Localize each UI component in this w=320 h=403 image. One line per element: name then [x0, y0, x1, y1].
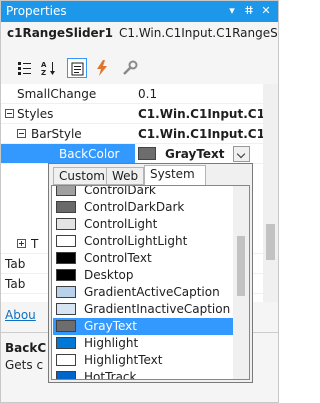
system-color-list[interactable]: HotTrack HighlightText Highlight GrayText Gr… [51, 185, 250, 380]
color-swatch [138, 147, 156, 160]
color-swatch [56, 235, 76, 247]
color-name: HotTrack [84, 370, 137, 380]
svg-text:A: A [41, 61, 47, 69]
color-list-scrollbar[interactable] [233, 186, 249, 379]
color-list-item[interactable]: HotTrack [53, 369, 233, 380]
property-row-barstyle[interactable]: BarStyle C1.Win.C1Input.C1Ra [1, 124, 263, 144]
color-swatch [56, 269, 76, 281]
object-type: C1.Win.C1Input.C1RangeSli [119, 26, 278, 40]
object-selector[interactable]: c1RangeSlider1 C1.Win.C1Input.C1RangeSli [1, 23, 278, 43]
events-icon[interactable] [92, 58, 112, 78]
color-swatch [56, 286, 76, 298]
property-row-smallchange[interactable]: SmallChange 0.1 [1, 84, 263, 104]
property-name: BackColor [59, 147, 120, 161]
tab-system[interactable]: System [144, 165, 206, 186]
panel-title: Properties [6, 4, 67, 18]
color-name: ControlLight [84, 217, 158, 231]
color-list-item[interactable]: Desktop [53, 267, 233, 284]
property-value[interactable]: GrayText [165, 147, 225, 161]
property-name: Tab [5, 277, 26, 291]
color-swatch [56, 218, 76, 230]
property-row-styles[interactable]: Styles C1.Win.C1Input.C1Ra [1, 104, 263, 124]
color-picker-dropdown: Custom Web System HotTrack HighlightText H… [48, 163, 253, 383]
scrollbar-thumb[interactable] [266, 224, 275, 260]
properties-panel: Properties ▾ ⵌ ✕ c1RangeSlider1 C1.Win.C… [0, 0, 279, 403]
svg-text:Z: Z [41, 69, 46, 76]
color-swatch [56, 303, 76, 315]
color-swatch [56, 252, 76, 264]
color-list-item[interactable]: HighlightText [53, 352, 233, 369]
color-list-item[interactable]: ControlLight [53, 216, 233, 233]
color-swatch [56, 320, 76, 332]
properties-icon[interactable] [67, 58, 87, 78]
color-list-item[interactable]: GradientInactiveCaption [53, 301, 233, 318]
window-position-dropdown-icon[interactable]: ▾ [223, 2, 241, 20]
property-name: T [31, 237, 39, 251]
title-bar: Properties ▾ ⵌ ✕ [1, 1, 278, 22]
color-name: Highlight [84, 336, 139, 350]
collapse-icon[interactable] [17, 129, 26, 138]
color-name: GradientInactiveCaption [84, 302, 231, 316]
expand-icon[interactable] [17, 239, 26, 248]
color-name: ControlDark [84, 185, 156, 197]
color-list-item[interactable]: ControlDarkDark [53, 199, 233, 216]
collapse-icon[interactable] [5, 109, 14, 118]
color-name: GrayText [84, 319, 137, 333]
color-name: ControlLightLight [84, 234, 188, 248]
description-title: BackC [5, 341, 47, 355]
scrollbar-thumb[interactable] [237, 236, 245, 296]
color-name: ControlDarkDark [84, 200, 185, 214]
property-value[interactable]: C1.Win.C1Input.C1Ra [138, 127, 263, 141]
property-name: BarStyle [31, 127, 82, 141]
color-name: GradientActiveCaption [84, 285, 220, 299]
properties-toolbar: A Z [1, 56, 278, 82]
property-row-backcolor[interactable]: BackColor GrayText [1, 144, 263, 164]
color-list-item[interactable]: ControlText [53, 250, 233, 267]
chevron-down-icon[interactable] [233, 146, 250, 162]
property-value[interactable]: 0.1 [138, 87, 157, 101]
color-name: ControlText [84, 251, 152, 265]
color-list-item[interactable]: ControlDark [53, 185, 233, 199]
color-swatch [56, 354, 76, 366]
color-swatch [56, 371, 76, 379]
color-list-item[interactable]: ControlLightLight [53, 233, 233, 250]
color-list-item[interactable]: Highlight [53, 335, 233, 352]
about-link[interactable]: Abou [5, 308, 36, 322]
property-name: Tab [5, 257, 26, 271]
object-name: c1RangeSlider1 [7, 26, 113, 40]
color-swatch [56, 337, 76, 349]
wrench-icon[interactable] [120, 58, 140, 78]
color-name: HighlightText [84, 353, 163, 367]
tab-web[interactable]: Web [106, 167, 144, 185]
color-swatch [56, 201, 76, 213]
color-name: Desktop [84, 268, 134, 282]
tab-custom[interactable]: Custom [53, 167, 107, 185]
property-grid-scrollbar[interactable] [263, 84, 278, 302]
alphabetical-icon[interactable]: A Z [39, 58, 59, 78]
property-name: Styles [17, 107, 54, 121]
property-name: SmallChange [17, 87, 97, 101]
property-value[interactable]: C1.Win.C1Input.C1Ra [138, 107, 263, 121]
pin-icon[interactable]: ⵌ [240, 2, 258, 20]
description-text: Gets c [5, 358, 44, 372]
close-icon[interactable]: ✕ [257, 2, 275, 20]
color-list-item[interactable]: GrayText [53, 318, 233, 335]
categorized-icon[interactable] [15, 58, 35, 78]
color-swatch [56, 186, 76, 196]
color-list-item[interactable]: GradientActiveCaption [53, 284, 233, 301]
